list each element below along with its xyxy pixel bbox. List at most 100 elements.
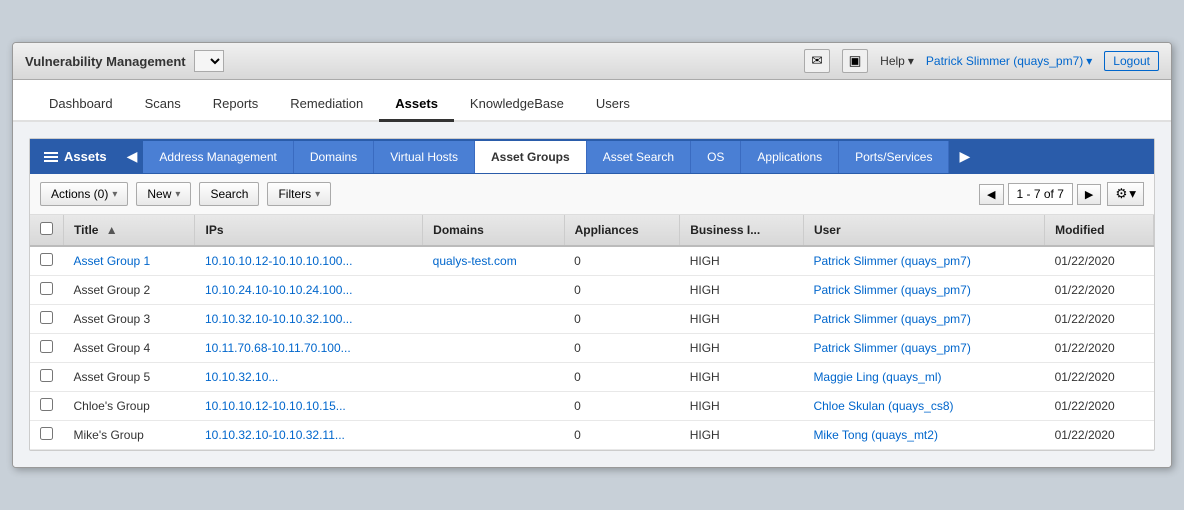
row-user-link[interactable]: Chloe Skulan (quays_cs8) [813,399,953,413]
logout-button[interactable]: Logout [1104,51,1159,71]
actions-arrow: ▾ [112,189,117,200]
row-user-link[interactable]: Patrick Slimmer (quays_pm7) [813,312,970,326]
actions-button[interactable]: Actions (0) ▾ [40,182,128,206]
filters-label: Filters [278,187,311,201]
th-title[interactable]: Title ▲ [64,215,195,246]
help-button[interactable]: Help ▾ [880,54,914,68]
tab-asset-groups[interactable]: Asset Groups [475,141,587,173]
app-title: Vulnerability Management [25,54,186,69]
row-ips-link[interactable]: 10.10.32.10... [205,370,278,384]
row-ips-link[interactable]: 10.10.24.10-10.10.24.100... [205,283,352,297]
row-ips-link[interactable]: 10.10.10.12-10.10.10.15... [205,399,346,413]
row-domains-link[interactable]: qualys-test.com [433,254,517,268]
row-modified: 01/22/2020 [1045,363,1154,392]
th-domains: Domains [423,215,564,246]
row-title: Asset Group 3 [64,305,195,334]
row-ips-link[interactable]: 10.10.32.10-10.10.32.11... [205,428,345,442]
row-business-impact: HIGH [680,305,804,334]
camera-button[interactable]: ▣ [842,49,869,73]
row-user-link[interactable]: Mike Tong (quays_mt2) [813,428,938,442]
row-ips: 10.10.10.12-10.10.10.15... [195,392,423,421]
table-row: Asset Group 2 10.10.24.10-10.10.24.100...… [30,276,1154,305]
tab-assets-main[interactable]: Assets [30,140,121,173]
new-label: New [147,187,171,201]
new-arrow: ▾ [175,189,180,200]
row-title-link[interactable]: Asset Group 1 [74,254,151,268]
row-appliances: 0 [564,334,680,363]
row-user: Patrick Slimmer (quays_pm7) [803,305,1044,334]
row-checkbox[interactable] [40,282,53,295]
row-checkbox-cell [30,246,64,276]
row-title: Asset Group 2 [64,276,195,305]
tab-virtual-hosts[interactable]: Virtual Hosts [374,141,475,173]
tab-domains[interactable]: Domains [294,141,374,173]
row-checkbox[interactable] [40,369,53,382]
settings-button[interactable]: ⚙ ▾ [1107,182,1144,206]
row-user-link[interactable]: Maggie Ling (quays_ml) [813,370,941,384]
nav-dashboard[interactable]: Dashboard [33,88,129,120]
row-domains [423,363,564,392]
nav-reports[interactable]: Reports [197,88,275,120]
tab-ports-services[interactable]: Ports/Services [839,141,949,173]
row-modified: 01/22/2020 [1045,421,1154,450]
nav-knowledgebase[interactable]: KnowledgeBase [454,88,580,120]
row-business-impact: HIGH [680,334,804,363]
row-ips-link[interactable]: 10.10.32.10-10.10.32.100... [205,312,352,326]
row-appliances: 0 [564,246,680,276]
row-checkbox-cell [30,276,64,305]
row-user-link[interactable]: Patrick Slimmer (quays_pm7) [813,341,970,355]
row-ips-link[interactable]: 10.11.70.68-10.11.70.100... [205,341,351,355]
tab-bar: Assets ◀ Address Management Domains Virt… [30,139,1154,174]
row-user-link[interactable]: Patrick Slimmer (quays_pm7) [813,283,970,297]
table-body: Asset Group 1 10.10.10.12-10.10.10.100...… [30,246,1154,450]
row-checkbox[interactable] [40,253,53,266]
row-user: Chloe Skulan (quays_cs8) [803,392,1044,421]
filters-button[interactable]: Filters ▾ [267,182,331,206]
page-prev-button[interactable]: ◀ [979,184,1003,205]
row-checkbox[interactable] [40,427,53,440]
nav-scans[interactable]: Scans [129,88,197,120]
main-content: Assets ◀ Address Management Domains Virt… [13,122,1171,467]
new-button[interactable]: New ▾ [136,182,191,206]
page-next-button[interactable]: ▶ [1077,184,1101,205]
main-window: Vulnerability Management ✉ ▣ Help ▾ Patr… [12,42,1172,468]
nav-users[interactable]: Users [580,88,646,120]
titlebar: Vulnerability Management ✉ ▣ Help ▾ Patr… [13,43,1171,80]
toolbar-right: ◀ 1 - 7 of 7 ▶ ⚙ ▾ [979,182,1144,206]
table-row: Asset Group 1 10.10.10.12-10.10.10.100...… [30,246,1154,276]
actions-label: Actions (0) [51,187,108,201]
select-all-checkbox[interactable] [40,222,53,235]
row-modified: 01/22/2020 [1045,334,1154,363]
th-business-impact: Business I... [680,215,804,246]
search-label: Search [210,187,248,201]
app-dropdown[interactable] [194,50,224,72]
mail-button[interactable]: ✉ [804,49,829,73]
row-checkbox-cell [30,363,64,392]
th-modified: Modified [1045,215,1154,246]
search-button[interactable]: Search [199,182,259,206]
tab-address-management[interactable]: Address Management [143,141,293,173]
row-business-impact: HIGH [680,246,804,276]
th-ips: IPs [195,215,423,246]
tab-prev-button[interactable]: ◀ [121,140,144,173]
user-menu[interactable]: Patrick Slimmer (quays_pm7) ▾ [926,54,1092,68]
row-modified: 01/22/2020 [1045,276,1154,305]
tab-os[interactable]: OS [691,141,741,173]
row-domains [423,305,564,334]
row-checkbox[interactable] [40,340,53,353]
nav-remediation[interactable]: Remediation [274,88,379,120]
row-domains [423,421,564,450]
row-title: Asset Group 1 [64,246,195,276]
row-user-link[interactable]: Patrick Slimmer (quays_pm7) [813,254,970,268]
th-appliances: Appliances [564,215,680,246]
pagination: ◀ 1 - 7 of 7 ▶ [979,183,1101,205]
tab-next-button[interactable]: ▶ [949,139,980,174]
row-appliances: 0 [564,421,680,450]
nav-assets[interactable]: Assets [379,88,454,122]
row-checkbox[interactable] [40,398,53,411]
page-info: 1 - 7 of 7 [1008,183,1073,205]
row-checkbox[interactable] [40,311,53,324]
tab-applications[interactable]: Applications [741,141,839,173]
tab-asset-search[interactable]: Asset Search [587,141,691,173]
row-ips-link[interactable]: 10.10.10.12-10.10.10.100... [205,254,352,268]
